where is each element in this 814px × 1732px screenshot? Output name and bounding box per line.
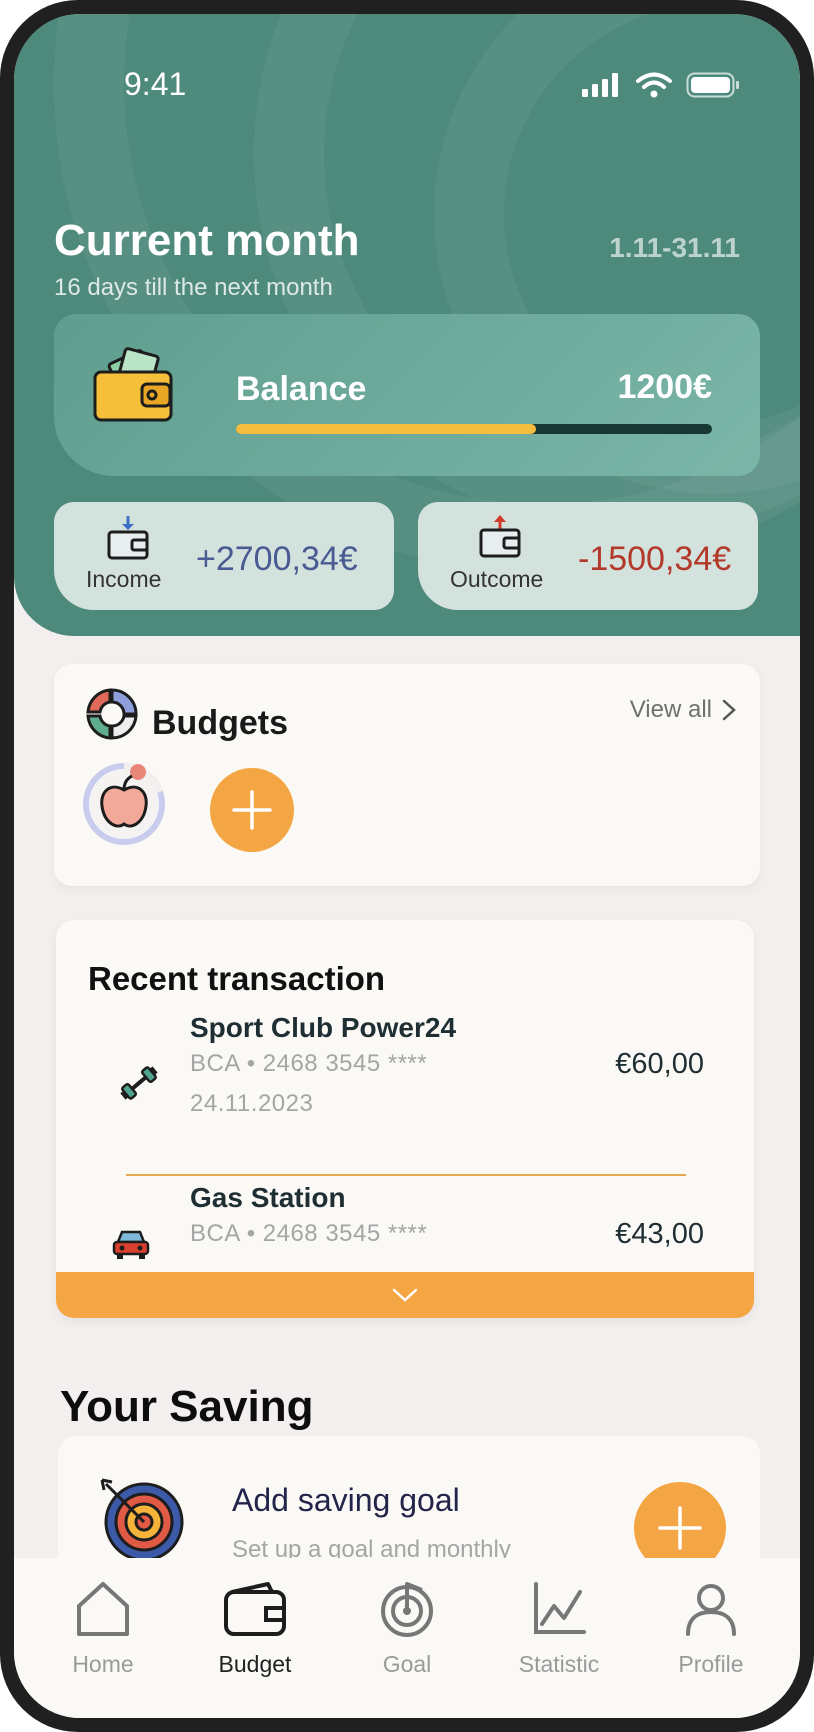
view-all-label: View all bbox=[629, 696, 712, 723]
budgets-title: Budgets bbox=[152, 704, 288, 742]
signal-icon bbox=[582, 73, 618, 97]
tab-home-label: Home bbox=[72, 1651, 134, 1677]
transaction-amount: €60,00 bbox=[615, 1048, 704, 1080]
screen: 9:41 Current month 16 days till the next… bbox=[14, 14, 800, 1718]
balance-value: 1200€ bbox=[617, 368, 712, 406]
tab-bar: Home Budget Goal Statistic Profile bbox=[14, 1558, 800, 1718]
balance-label: Balance bbox=[236, 370, 367, 408]
tab-statistic-label: Statistic bbox=[518, 1651, 600, 1677]
user-icon bbox=[686, 1584, 736, 1636]
income-value: +2700,34€ bbox=[196, 540, 358, 578]
status-icons bbox=[582, 72, 740, 98]
budget-item-apple[interactable] bbox=[80, 760, 168, 848]
balance-card[interactable]: Balance 1200€ bbox=[54, 314, 760, 476]
income-label: Income bbox=[86, 566, 162, 592]
recent-transactions-card: Recent transaction Sport Club Power24 BC… bbox=[56, 920, 754, 1318]
car-icon bbox=[112, 1230, 150, 1259]
transaction-divider bbox=[126, 1174, 686, 1176]
transaction-account: BCA • 2468 3545 **** bbox=[190, 1220, 428, 1247]
tab-statistic[interactable]: Statistic bbox=[484, 1580, 634, 1678]
home-icon bbox=[77, 1582, 129, 1636]
transaction-name: Sport Club Power24 bbox=[190, 1012, 457, 1043]
outcome-icon bbox=[479, 515, 521, 558]
page-title: Current month bbox=[54, 216, 360, 265]
outcome-label: Outcome bbox=[450, 566, 544, 592]
transaction-name: Gas Station bbox=[190, 1182, 346, 1213]
tab-budget[interactable]: Budget bbox=[180, 1580, 330, 1678]
view-all-link[interactable]: View all bbox=[630, 696, 736, 724]
plus-icon bbox=[232, 790, 272, 830]
tab-profile-label: Profile bbox=[678, 1651, 744, 1677]
tab-budget-label: Budget bbox=[218, 1651, 292, 1677]
add-budget-button[interactable] bbox=[210, 768, 294, 852]
transaction-date: 24.11.2023 bbox=[190, 1090, 314, 1117]
chart-icon bbox=[534, 1582, 586, 1634]
balance-progress-track bbox=[236, 424, 712, 434]
outcome-card[interactable]: Outcome -1500,34€ bbox=[418, 502, 758, 610]
transactions-title: Recent transaction bbox=[88, 960, 386, 997]
chevron-down-icon bbox=[392, 1288, 418, 1302]
income-card[interactable]: Income +2700,34€ bbox=[54, 502, 394, 610]
budgets-card: Budgets View all bbox=[54, 664, 760, 886]
battery-icon bbox=[686, 72, 739, 98]
tab-goal[interactable]: Goal bbox=[332, 1580, 482, 1678]
wifi-icon bbox=[636, 72, 672, 98]
tab-profile[interactable]: Profile bbox=[636, 1580, 786, 1678]
balance-progress-fill bbox=[236, 424, 536, 434]
transaction-account: BCA • 2468 3545 **** bbox=[190, 1050, 428, 1077]
transaction-amount: €43,00 bbox=[615, 1218, 704, 1250]
target-icon bbox=[381, 1582, 433, 1637]
wallet-icon bbox=[93, 347, 173, 422]
income-icon bbox=[107, 516, 149, 560]
status-time: 9:41 bbox=[124, 66, 187, 102]
tab-home[interactable]: Home bbox=[28, 1580, 178, 1678]
tab-goal-label: Goal bbox=[382, 1651, 432, 1677]
page-subtitle: 16 days till the next month bbox=[54, 274, 333, 301]
plus-icon bbox=[658, 1506, 702, 1550]
target-goal-icon bbox=[100, 1478, 184, 1562]
date-range[interactable]: 1.11-31.11 bbox=[609, 232, 740, 264]
wallet-icon bbox=[224, 1582, 286, 1636]
chevron-right-icon bbox=[722, 699, 736, 721]
budgets-icon bbox=[86, 688, 138, 740]
outcome-value: -1500,34€ bbox=[578, 540, 732, 578]
expand-transactions-button[interactable] bbox=[56, 1272, 754, 1318]
saving-title: Your Saving bbox=[60, 1382, 314, 1431]
add-saving-goal-label: Add saving goal bbox=[232, 1482, 460, 1518]
dumbbell-icon bbox=[120, 1066, 158, 1100]
